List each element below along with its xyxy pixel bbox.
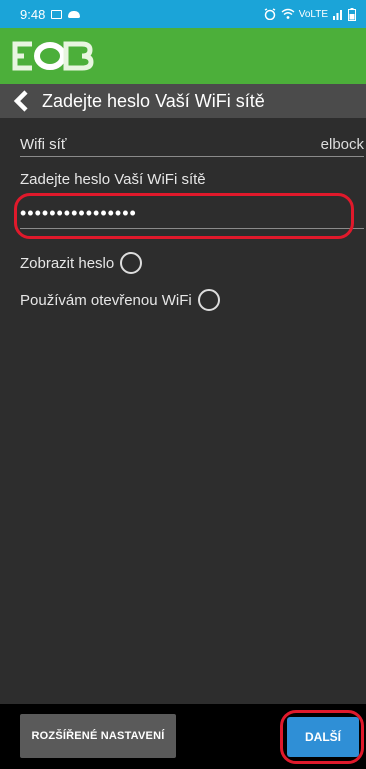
status-left: 9:48 [20, 6, 81, 22]
open-wifi-label: Používám otevřenou WiFi [20, 291, 192, 309]
battery-icon [348, 7, 356, 21]
alarm-icon [264, 8, 276, 20]
status-time: 9:48 [20, 6, 46, 22]
eob-logo [12, 41, 94, 71]
back-chevron-icon [13, 90, 28, 112]
password-underline [20, 228, 364, 229]
page-title: Zadejte heslo Vaší WiFi sítě [42, 90, 265, 111]
signal-icon [333, 10, 342, 20]
next-button[interactable]: DALŠÍ [287, 717, 359, 757]
divider [20, 156, 364, 157]
back-button[interactable] [4, 84, 38, 118]
content-area: Wifi síť elbock Zadejte heslo Vaší WiFi … [0, 118, 366, 704]
open-wifi-radio[interactable] [197, 289, 220, 311]
show-password-row[interactable]: Zobrazit heslo [20, 252, 143, 274]
wifi-icon [281, 8, 295, 19]
image-icon [51, 9, 63, 19]
password-input[interactable] [20, 198, 348, 228]
cloud-icon [68, 10, 81, 18]
password-label: Zadejte heslo Vaší WiFi sítě [20, 171, 206, 188]
app-bar [0, 28, 366, 84]
title-bar: Zadejte heslo Vaší WiFi sítě [0, 84, 366, 118]
show-password-label: Zobrazit heslo [20, 254, 115, 272]
volte-label: VoLTE [298, 8, 328, 20]
status-right: VoLTE [263, 7, 356, 21]
show-password-radio[interactable] [120, 252, 143, 274]
advanced-settings-button[interactable]: ROZŠÍŘENÉ NASTAVENÍ [20, 714, 176, 758]
open-wifi-row[interactable]: Používám otevřenou WiFi [20, 289, 220, 311]
status-bar: 9:48 VoLTE [0, 0, 366, 28]
